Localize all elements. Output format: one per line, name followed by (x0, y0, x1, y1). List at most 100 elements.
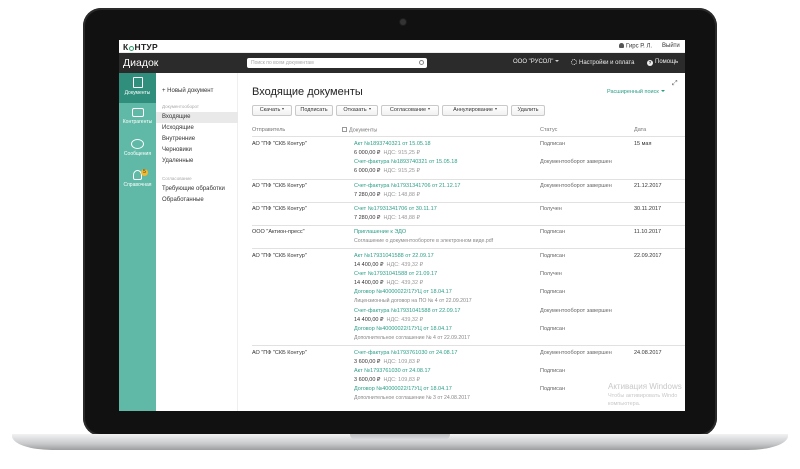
select-all-checkbox[interactable] (342, 127, 347, 132)
nav-item-drafts[interactable]: Черновики (156, 145, 238, 156)
document-link[interactable]: Договор №40000022/17УЦ от 18.04.17 (354, 326, 452, 332)
user-name: Гирс Р. Л. (626, 43, 653, 50)
row-sender[interactable]: АО "ПФ "СКБ Контур" (252, 350, 307, 356)
sign-button[interactable]: Подписать (295, 105, 333, 116)
laptop-base-notch (350, 434, 450, 440)
document-status: Подписан (540, 386, 565, 392)
document-amount: 6 000,00 ₽ НДС: 915,25 ₽ (354, 168, 420, 174)
advanced-search-link[interactable]: Расширенный поиск (607, 89, 665, 95)
document-link[interactable]: Договор №40000022/17УЦ от 18.04.17 (354, 289, 452, 295)
rail-label: Справочная (123, 182, 152, 188)
document-amount: 7 280,00 ₽ НДС: 148,88 ₽ (354, 215, 420, 221)
document-link[interactable]: Счет №17931041588 от 21.09.17 (354, 271, 437, 277)
notification-badge: 5 (141, 169, 148, 176)
reject-button[interactable]: Отказать (336, 105, 378, 116)
document-link[interactable]: Счет №17931341706 от 30.11.17 (354, 206, 437, 212)
document-amount: 3 600,00 ₽ НДС: 109,83 ₽ (354, 359, 420, 365)
new-document-label: Новый документ (167, 88, 214, 94)
rail-item-documents[interactable]: Документы (119, 73, 156, 103)
document-link[interactable]: Счет-фактура №1793761030 от 24.08.17 (354, 350, 457, 356)
screen: К НТУР Гирс Р. Л. Выйти Диадок Поиск по в… (119, 40, 685, 411)
amount-value: 7 280,00 ₽ (354, 215, 381, 221)
vat-value: НДС: 109,83 ₽ (383, 377, 421, 383)
expand-icon[interactable]: ⤢ (672, 80, 678, 88)
column-header-sender[interactable]: Отправитель (252, 127, 285, 133)
nav-group-label: Согласование (162, 176, 192, 181)
document-link[interactable]: Счет-фактура №1893740321 от 15.05.18 (354, 159, 457, 165)
advanced-search-label: Расширенный поиск (607, 89, 659, 95)
main-panel: Входящие документы Расширенный поиск ⤢ С… (238, 73, 685, 411)
document-status: Подписан (540, 368, 565, 374)
document-link[interactable]: Акт №1893740321 от 15.05.18 (354, 141, 431, 147)
nav-item-inbox[interactable]: Входящие (156, 112, 238, 123)
row-sender[interactable]: АО "ПФ "СКБ Контур" (252, 206, 307, 212)
new-document-button[interactable]: + Новый документ (162, 88, 213, 94)
header-divider (252, 136, 685, 137)
document-link[interactable]: Приглашение к ЭДО (354, 229, 406, 235)
row-sender[interactable]: ООО "Актион-пресс" (252, 229, 305, 235)
document-status: Документооборот завершен (540, 350, 612, 356)
rail-item-messages[interactable]: Сообщения (119, 135, 156, 165)
kontur-logo[interactable]: К НТУР (123, 42, 158, 52)
button-label: Согласование (389, 107, 427, 113)
row-divider (252, 248, 685, 249)
row-date: 15 мая (634, 141, 652, 147)
approval-button[interactable]: Согласование (381, 105, 439, 116)
vat-value: НДС: 439,32 ₽ (386, 262, 424, 268)
user-menu[interactable]: Гирс Р. Л. (619, 43, 652, 50)
amount-value: 3 600,00 ₽ (354, 377, 381, 383)
column-header-status[interactable]: Статус (540, 127, 557, 133)
search-icon[interactable] (419, 60, 424, 65)
delete-button[interactable]: Удалить (511, 105, 545, 116)
folder-nav: + Новый документ Документооборот Входящи… (156, 73, 238, 411)
button-label: Аннулирование (453, 107, 493, 113)
nav-item-deleted[interactable]: Удаленные (156, 156, 238, 167)
org-selector[interactable]: ООО "РУСОЛ" (513, 59, 560, 65)
document-link[interactable]: Счет-фактура №17931341706 от 21.12.17 (354, 183, 460, 189)
amount-value: 3 600,00 ₽ (354, 359, 381, 365)
amount-value: 14 400,00 ₽ (354, 280, 384, 286)
logout-link[interactable]: Выйти (662, 43, 680, 49)
settings-label: Настройки и оплата (579, 60, 635, 66)
document-status: Документооборот завершен (540, 308, 612, 314)
chat-icon (131, 139, 144, 149)
nav-item-needs-processing[interactable]: Требующие обработки (156, 184, 238, 195)
column-header-date[interactable]: Дата (634, 127, 646, 133)
row-sender[interactable]: АО "ПФ "СКБ Контур" (252, 141, 307, 147)
amount-value: 14 400,00 ₽ (354, 262, 384, 268)
page-title: Входящие документы (252, 86, 363, 98)
column-header-documents[interactable]: Документы (342, 127, 377, 134)
app-title[interactable]: Диадок (123, 57, 158, 69)
row-divider (252, 179, 685, 180)
search-input[interactable]: Поиск по всем документам (247, 58, 427, 68)
chevron-down-icon (494, 108, 497, 110)
vat-value: НДС: 148,88 ₽ (383, 192, 421, 198)
download-button[interactable]: Скачать (252, 105, 292, 116)
document-link[interactable]: Договор №40000022/17УЦ от 18.04.17 (354, 386, 452, 392)
amount-value: 7 280,00 ₽ (354, 192, 381, 198)
document-note: Лицензионный договор на ПО № 4 от 22.09.… (354, 298, 472, 304)
amount-value: 14 400,00 ₽ (354, 317, 384, 323)
annulment-button[interactable]: Аннулирование (442, 105, 508, 116)
document-status: Получен (540, 271, 562, 277)
rail-item-help-center[interactable]: 5 Справочная (119, 166, 156, 196)
rail-item-contacts[interactable]: Контрагенты (119, 104, 156, 134)
chevron-down-icon (282, 108, 285, 110)
document-link[interactable]: Акт №17931041588 от 22.09.17 (354, 253, 434, 259)
nav-item-processed[interactable]: Обработанные (156, 195, 238, 206)
rail-label: Документы (124, 90, 151, 96)
logo-ring-icon (129, 45, 134, 51)
document-link[interactable]: Счет-фактура №17931041588 от 22.09.17 (354, 308, 460, 314)
document-link[interactable]: Акт №1793761030 от 24.08.17 (354, 368, 431, 374)
help-link[interactable]: ? Помощь (647, 59, 678, 66)
settings-link[interactable]: Настройки и оплата (571, 59, 634, 66)
document-status: Подписан (540, 229, 565, 235)
nav-item-outbox[interactable]: Исходящие (156, 123, 238, 134)
row-sender[interactable]: АО "ПФ "СКБ Контур" (252, 253, 307, 259)
column-header-label: Документы (349, 127, 378, 134)
app-bar: Диадок Поиск по всем документам ООО "РУС… (119, 53, 685, 73)
vat-value: НДС: 148,88 ₽ (383, 215, 421, 221)
top-bar: К НТУР Гирс Р. Л. Выйти (119, 40, 685, 53)
row-sender[interactable]: АО "ПФ "СКБ Контур" (252, 183, 307, 189)
nav-item-internal[interactable]: Внутренние (156, 134, 238, 145)
